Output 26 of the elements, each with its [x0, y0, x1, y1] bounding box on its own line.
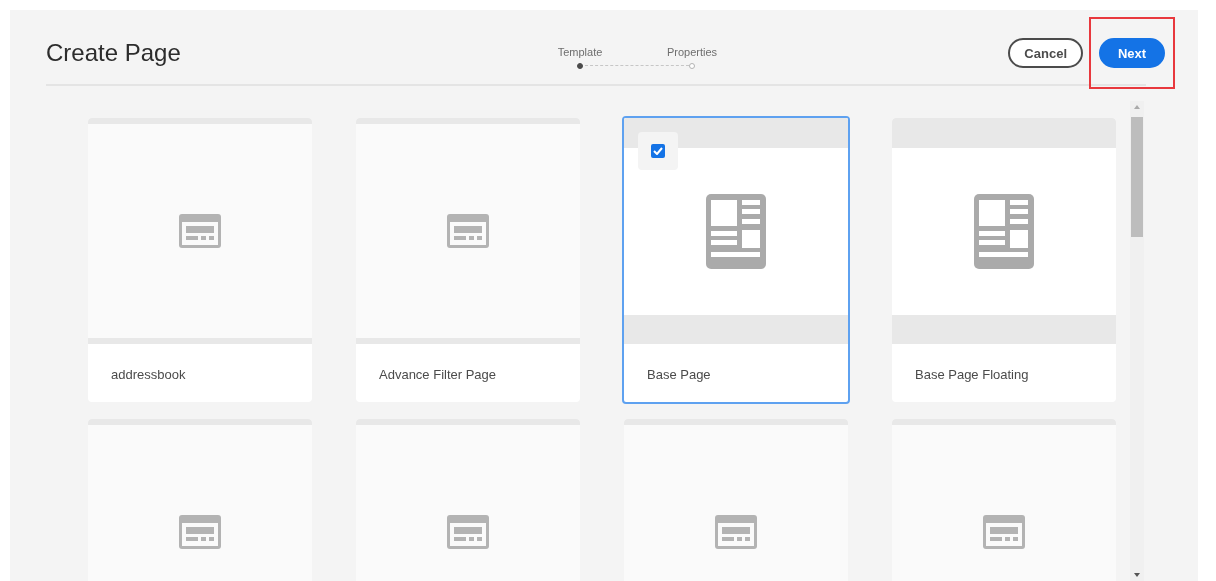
template-name: addressbook — [110, 366, 187, 382]
scroll-thumb[interactable] — [1131, 117, 1143, 237]
template-icon — [179, 214, 221, 248]
template-card[interactable]: Base Page — [622, 116, 850, 404]
scroll-up-icon[interactable] — [1134, 105, 1140, 109]
scroll-down-icon[interactable] — [1134, 573, 1140, 577]
page-layout-icon — [706, 194, 766, 269]
template-card[interactable]: Advance Filter Page — [356, 118, 580, 402]
scrollbar[interactable] — [1130, 101, 1144, 581]
step-label: Properties — [666, 46, 718, 58]
template-card[interactable]: addressbook — [88, 118, 312, 402]
template-name: Advance Filter Page — [378, 366, 498, 382]
checkbox[interactable] — [651, 144, 665, 158]
template-name: Base Page — [646, 366, 712, 382]
step-label: Template — [557, 46, 603, 58]
template-icon — [715, 515, 757, 549]
template-card[interactable]: Base Page Floating — [892, 118, 1116, 402]
template-icon — [983, 515, 1025, 549]
next-button[interactable]: Next — [1099, 38, 1165, 68]
template-icon — [179, 515, 221, 549]
page-layout-icon — [974, 194, 1034, 269]
page-title: Create Page — [46, 38, 181, 67]
template-name: Base Page Floating — [914, 366, 1030, 382]
template-icon — [447, 214, 489, 248]
cancel-button[interactable]: Cancel — [1008, 38, 1083, 68]
template-icon — [447, 515, 489, 549]
